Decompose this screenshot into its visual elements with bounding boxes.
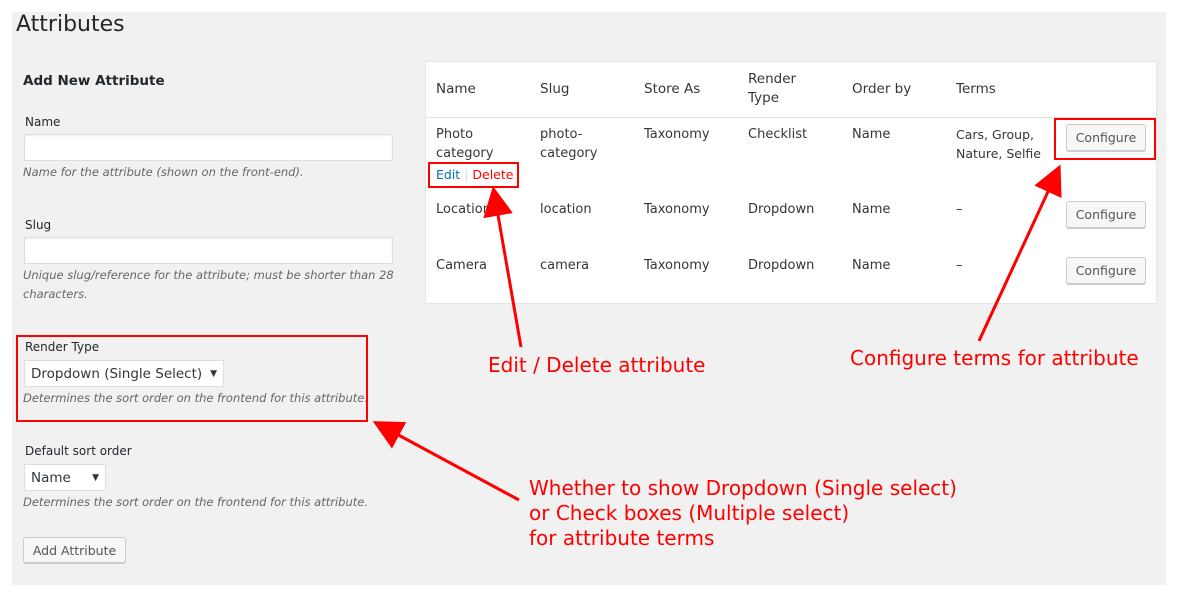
edit-delete-annotation: Edit / Delete attribute: [488, 353, 706, 377]
annotation-line-2: or Check boxes (Multiple select): [529, 501, 850, 525]
configure-arrow: [977, 164, 1062, 342]
configure-annotation: Configure terms for attribute: [850, 346, 1139, 370]
render-type-annotation: Whether to show Dropdown (Single select)…: [529, 476, 957, 551]
annotation-line-3: for attribute terms: [529, 526, 715, 550]
edit-delete-arrow: [483, 186, 523, 348]
annotation-line-1: Whether to show Dropdown (Single select): [529, 476, 957, 500]
render-type-arrow: [372, 421, 520, 502]
